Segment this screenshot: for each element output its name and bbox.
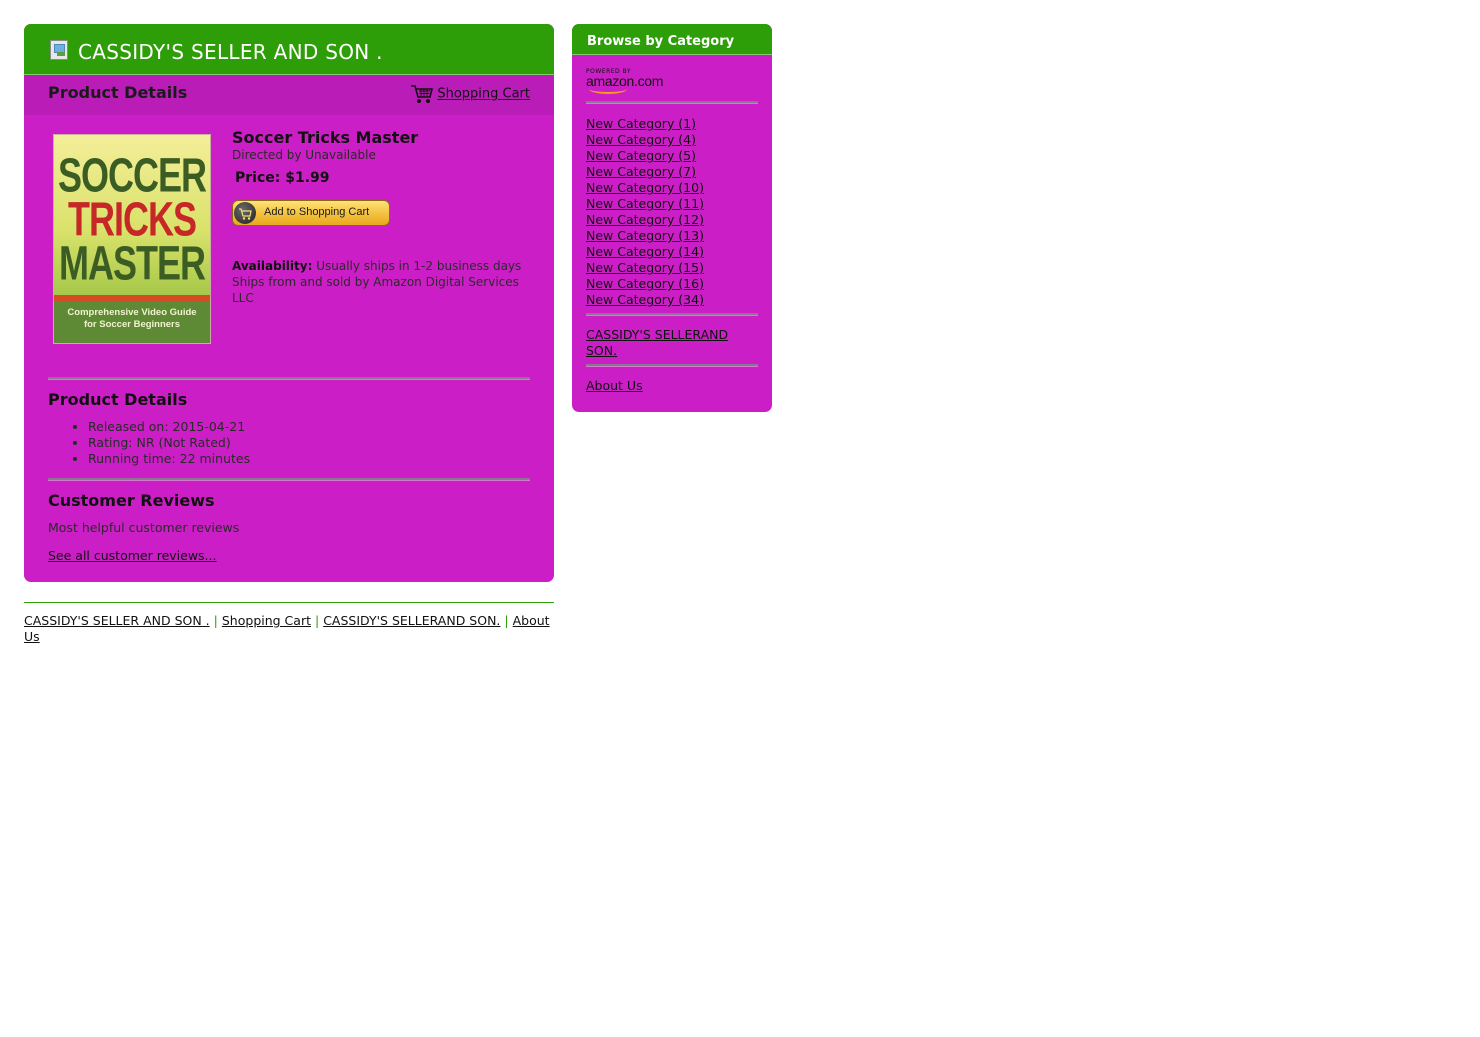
- availability-info: Availability: Usually ships in 1-2 busin…: [232, 258, 532, 306]
- add-to-cart-label: Add to Shopping Cart: [264, 206, 370, 218]
- availability-label: Availability:: [232, 259, 313, 273]
- list-item: New Category (1): [586, 116, 704, 132]
- product-price: Price: $1.99: [235, 170, 330, 186]
- cover-subtitle-line2: for Soccer Beginners: [83, 319, 181, 330]
- list-item: New Category (13): [586, 228, 704, 244]
- product-cover-image[interactable]: SOCCER TRICKS MASTER Comprehensive Video…: [53, 134, 211, 344]
- add-to-cart-button[interactable]: Add to Shopping Cart: [232, 200, 390, 226]
- category-link[interactable]: New Category (4): [586, 132, 696, 147]
- sidebar-store-link[interactable]: CASSIDY'S SELLERAND SON.: [586, 327, 746, 359]
- list-item: New Category (4): [586, 132, 704, 148]
- reviews-subheading: Most helpful customer reviews: [48, 520, 240, 535]
- category-link[interactable]: New Category (34): [586, 292, 704, 307]
- store-header: CASSIDY'S SELLER AND SON .: [24, 24, 554, 75]
- cover-subtitle: Comprehensive Video Guide for Soccer Beg…: [54, 307, 210, 331]
- sidebar-about-link[interactable]: About Us: [586, 378, 643, 393]
- cart-icon: [234, 202, 256, 224]
- details-list: Released on: 2015-04-21 Rating: NR (Not …: [48, 419, 250, 467]
- shopping-cart-link[interactable]: Shopping Cart: [437, 87, 530, 102]
- product-panel: CASSIDY'S SELLER AND SON . Product Detai…: [24, 24, 554, 582]
- sidebar-title: Browse by Category: [587, 34, 735, 49]
- shopping-cart-icon[interactable]: [410, 84, 434, 104]
- footer-separator: |: [504, 613, 509, 628]
- category-link[interactable]: New Category (15): [586, 260, 704, 275]
- list-item: New Category (7): [586, 164, 704, 180]
- divider: [48, 478, 530, 481]
- reviews-heading: Customer Reviews: [48, 491, 215, 510]
- category-link[interactable]: New Category (11): [586, 196, 704, 211]
- footer-divider: [24, 602, 554, 603]
- sidebar-divider: [586, 364, 758, 367]
- category-link[interactable]: New Category (1): [586, 116, 696, 131]
- detail-running-time: Running time: 22 minutes: [88, 451, 250, 467]
- footer-separator: |: [213, 613, 218, 628]
- subheader-title: Product Details: [48, 83, 188, 102]
- category-link[interactable]: New Category (10): [586, 180, 704, 195]
- store-title: CASSIDY'S SELLER AND SON .: [78, 40, 383, 64]
- category-link[interactable]: New Category (12): [586, 212, 704, 227]
- detail-release-date: Released on: 2015-04-21: [88, 419, 250, 435]
- list-item: New Category (5): [586, 148, 704, 164]
- footer-home-link[interactable]: CASSIDY'S SELLER AND SON .: [24, 613, 210, 628]
- sidebar-header: Browse by Category: [572, 24, 772, 55]
- broken-image-icon: [50, 40, 68, 60]
- powered-by-amazon-logo: POWERED BY amazon.com: [586, 68, 676, 96]
- product-title: Soccer Tricks Master: [232, 128, 419, 147]
- details-heading: Product Details: [48, 390, 188, 409]
- list-item: New Category (16): [586, 276, 704, 292]
- shopping-cart-nav: Shopping Cart: [410, 84, 530, 104]
- footer-nav: CASSIDY'S SELLER AND SON . | Shopping Cart…: [24, 613, 554, 645]
- footer-separator: |: [314, 613, 320, 628]
- footer-store-link[interactable]: CASSIDY'S SELLERAND SON.: [323, 613, 500, 628]
- list-item: New Category (11): [586, 196, 704, 212]
- list-item: New Category (14): [586, 244, 704, 260]
- detail-rating: Rating: NR (Not Rated): [88, 435, 250, 451]
- directed-by: Directed by Unavailable: [232, 148, 376, 162]
- category-link[interactable]: New Category (13): [586, 228, 704, 243]
- cover-subtitle-line1: Comprehensive Video Guide: [67, 307, 197, 318]
- footer-cart-link[interactable]: Shopping Cart: [222, 613, 311, 628]
- amazon-smile-icon: [589, 84, 627, 94]
- sidebar-divider: [586, 101, 758, 104]
- sidebar-divider: [586, 313, 758, 316]
- list-item: New Category (12): [586, 212, 704, 228]
- category-list: New Category (1) New Category (4) New Ca…: [586, 116, 704, 308]
- list-item: New Category (34): [586, 292, 704, 308]
- list-item: New Category (10): [586, 180, 704, 196]
- category-link[interactable]: New Category (7): [586, 164, 696, 179]
- cover-stripe: [54, 295, 210, 301]
- divider: [48, 377, 530, 380]
- category-link[interactable]: New Category (5): [586, 148, 696, 163]
- category-sidebar: Browse by Category POWERED BY amazon.com…: [572, 24, 772, 412]
- list-item: New Category (15): [586, 260, 704, 276]
- category-link[interactable]: New Category (16): [586, 276, 704, 291]
- see-all-reviews-link[interactable]: See all customer reviews...: [48, 548, 216, 563]
- product-subheader: Product Details Shopping Cart: [24, 75, 554, 115]
- category-link[interactable]: New Category (14): [586, 244, 704, 259]
- cover-word-master: MASTER: [59, 235, 206, 291]
